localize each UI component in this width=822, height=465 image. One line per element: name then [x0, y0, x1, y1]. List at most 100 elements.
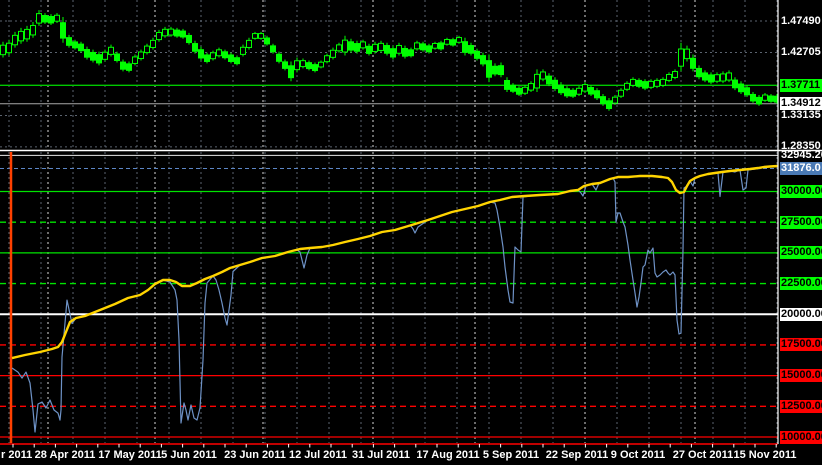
candle-bull [432, 42, 438, 49]
candle-bear [78, 43, 84, 52]
candle-bear [306, 62, 312, 70]
candle-bear [282, 61, 288, 69]
candle-bull [648, 80, 654, 88]
candle-bull [576, 87, 582, 95]
indicator-tick-label: 10000.00 [780, 430, 822, 444]
candle-bull [156, 31, 162, 41]
candle-bull [108, 46, 114, 55]
candle-bull [534, 73, 540, 89]
candle-bear [504, 80, 510, 90]
candle-bull [726, 72, 732, 81]
candle-bear [570, 89, 576, 97]
candle-bear [222, 51, 228, 59]
candle-bull [678, 48, 684, 67]
indicator-tick-label: 25000.00 [780, 246, 822, 260]
candle-bear [90, 51, 96, 61]
candle-bull [618, 89, 624, 97]
indicator-tick-label: 30000.00 [780, 185, 822, 198]
indicator-tick-label: 22500.00 [780, 277, 822, 291]
candle-bull [150, 39, 156, 48]
candle-bear [474, 50, 480, 59]
candle-bull [168, 28, 174, 36]
candle-bear [600, 96, 606, 105]
candle-bear [552, 79, 558, 90]
candle-bear [72, 41, 78, 49]
date-label: 28 Apr 2011 [34, 449, 96, 461]
candle-bull [414, 42, 420, 50]
candle-bear [204, 54, 210, 62]
date-label: 31 Jul 2011 [351, 449, 411, 461]
candle-bull [720, 73, 726, 82]
candle-bear [42, 14, 48, 23]
candle-bear [408, 49, 414, 57]
candle-bull [624, 82, 630, 90]
candle-bear [84, 48, 90, 58]
candle-bear [264, 37, 270, 45]
candle-bull [216, 49, 222, 57]
candle-bull [6, 42, 12, 54]
candle-bear [690, 57, 696, 69]
candle-bull [210, 52, 216, 60]
candle-bear [180, 30, 186, 38]
candle-bear [732, 79, 738, 89]
candle-bear [426, 45, 432, 53]
chart-canvas[interactable] [0, 0, 822, 465]
candle-bear [186, 34, 192, 44]
date-label: 22 Sep 2011 [545, 449, 609, 461]
candle-bull [324, 55, 330, 63]
candle-bull [252, 33, 258, 39]
price-tick-label: 1.42705 [781, 46, 821, 58]
candle-bear [114, 53, 120, 61]
candle-bear [498, 65, 504, 76]
date-label: 27 Oct 2011 [672, 449, 734, 461]
candle-bull [582, 84, 588, 92]
candle-bull [12, 34, 18, 46]
candle-bull [300, 60, 306, 68]
candle-bull [528, 83, 534, 91]
date-label: 9 Oct 2011 [610, 449, 666, 461]
date-label: 23 Jun 2011 [224, 449, 286, 461]
indicator-panel[interactable] [0, 152, 778, 447]
candle-bull [54, 14, 60, 22]
candle-bear [564, 88, 570, 97]
trading-chart-window: 1.47490 1.42705 1.37711 1.34912 1.33135 1.283… [0, 0, 822, 465]
candle-bear [270, 45, 276, 53]
candle-bear [198, 49, 204, 59]
candle-bear [60, 22, 66, 39]
candle-bear [462, 41, 468, 53]
balance-line [11, 164, 778, 360]
candle-bear [558, 84, 564, 94]
candle-bear [276, 53, 282, 62]
candle-bull [666, 73, 672, 81]
candles-layer [0, 10, 778, 111]
candle-bull [0, 44, 6, 56]
indicator-tick-label: 17500.00 [780, 338, 822, 352]
candle-bear [366, 45, 372, 54]
candle-bull [630, 78, 636, 86]
candle-bear [228, 54, 234, 62]
price-tick-label: 1.33135 [781, 108, 821, 121]
candle-bull [762, 94, 768, 101]
date-label: 17 Aug 2011 [416, 449, 480, 461]
price-panel[interactable] [0, 0, 780, 150]
candle-bear [738, 83, 744, 93]
candle-bull [612, 96, 618, 104]
candle-bull [138, 51, 144, 60]
candle-bull [396, 45, 402, 54]
candle-bear [288, 65, 294, 79]
candle-bull [240, 46, 246, 55]
candle-bear [516, 87, 522, 95]
indicator-tick-label: 32945.26 [781, 148, 822, 161]
candle-bull [36, 13, 42, 24]
candle-bull [378, 42, 384, 51]
candle-bear [744, 87, 750, 96]
candle-bull [654, 79, 660, 87]
indicator-tick-label: 20000.00 [780, 307, 822, 321]
candle-bear [696, 67, 702, 78]
candle-bear [96, 54, 102, 64]
candle-bear [546, 75, 552, 85]
candle-bull [336, 44, 342, 52]
candle-bull [18, 30, 24, 42]
candle-bull [684, 48, 690, 60]
candle-bull [456, 37, 462, 43]
